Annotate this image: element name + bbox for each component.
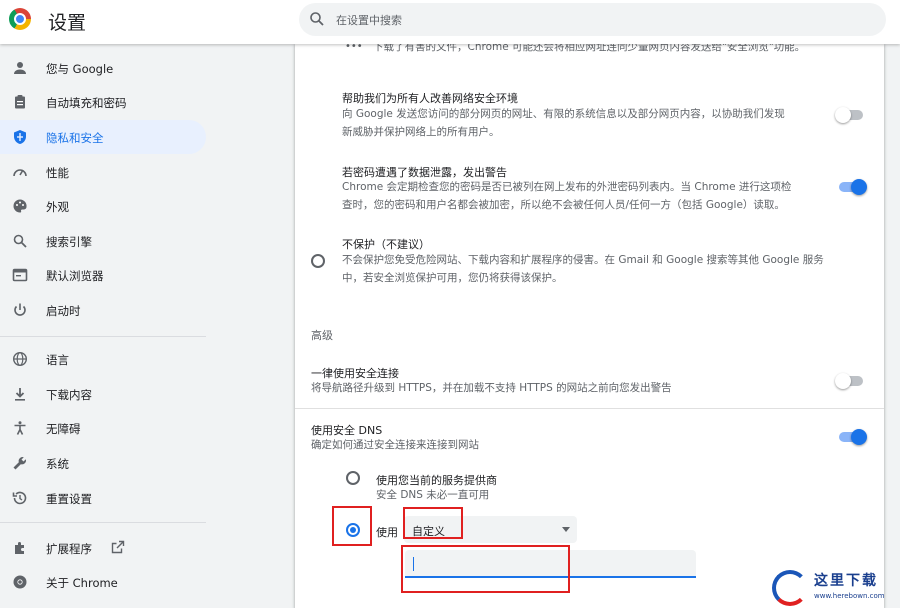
sidebar-item-downloads[interactable]: 下载内容	[0, 377, 206, 411]
sidebar-item-default-browser[interactable]: 默认浏览器	[0, 258, 206, 292]
search-icon	[310, 12, 324, 26]
always-secure-desc: 将导航路径升级到 HTTPS，并在加载不支持 HTTPS 的网站之前向您发出警告	[311, 382, 672, 394]
sidebar-item-label: 默认浏览器	[46, 269, 104, 283]
sidebar-item-label: 外观	[46, 200, 69, 214]
sidebar-item-appearance[interactable]: 外观	[0, 189, 206, 223]
sidebar-divider	[0, 522, 206, 523]
no-protection-desc: 中，若安全浏览保护可用，您仍将获得该保护。	[342, 272, 563, 284]
dns-custom-radio[interactable]	[346, 523, 360, 537]
open-in-new-icon[interactable]	[111, 540, 125, 554]
watermark-brand: 这里下载	[814, 573, 878, 589]
sidebar-item-privacy-security[interactable]: 隐私和安全	[0, 120, 206, 154]
row-divider	[295, 408, 884, 409]
sidebar-item-label: 语言	[46, 353, 69, 367]
sidebar-item-performance[interactable]: 性能	[0, 155, 206, 189]
chrome-icon	[13, 575, 27, 589]
dns-provider-select[interactable]: 自定义	[404, 516, 577, 543]
sidebar-item-label: 无障碍	[46, 422, 81, 436]
dns-current-provider-desc: 安全 DNS 未必一直可用	[376, 489, 490, 501]
settings-sidebar: 您与 Google 自动填充和密码 隐私和安全 性能 外观 搜索引擎 默认浏览器…	[0, 44, 210, 608]
sidebar-item-label: 搜索引擎	[46, 235, 92, 249]
watermark-url: www.herebown.com	[814, 592, 885, 600]
wrench-icon	[13, 457, 26, 470]
sidebar-divider	[0, 336, 206, 337]
sidebar-item-label: 重置设置	[46, 492, 92, 506]
accessibility-icon	[14, 421, 26, 435]
top-toolbar: 设置 在设置中搜索	[0, 0, 900, 44]
no-protection-desc: 不会保护您免受危险网站、下载内容和扩展程序的侵害。在 Gmail 和 Googl…	[342, 254, 824, 266]
speedometer-icon	[13, 169, 27, 177]
sidebar-item-accessibility[interactable]: 无障碍	[0, 411, 206, 445]
sidebar-item-extensions[interactable]: 扩展程序	[0, 531, 206, 565]
password-leak-desc: 查时，您的密码和用户名都会被加密，所以绝不会被任何人员/任何一方（包括 Goog…	[342, 199, 785, 211]
sidebar-item-label: 下载内容	[46, 388, 92, 402]
always-secure-toggle[interactable]	[835, 373, 865, 389]
secure-dns-desc: 确定如何通过安全连接来连接到网站	[311, 439, 479, 451]
history-icon	[12, 491, 27, 505]
shield-icon	[14, 130, 26, 144]
dropdown-arrow-icon	[562, 527, 570, 532]
sidebar-item-search-engine[interactable]: 搜索引擎	[0, 224, 206, 258]
palette-icon	[13, 199, 27, 213]
help-improve-title: 帮助我们为所有人改善网络安全环境	[342, 92, 518, 105]
settings-search-box[interactable]: 在设置中搜索	[299, 3, 886, 36]
no-protection-radio[interactable]	[311, 254, 325, 268]
password-leak-desc: Chrome 会定期检查您的密码是否已被列在网上发布的外泄密码列表内。当 Chr…	[342, 181, 792, 193]
sidebar-item-reset-settings[interactable]: 重置设置	[0, 481, 206, 515]
sidebar-item-system[interactable]: 系统	[0, 446, 206, 480]
secure-dns-toggle[interactable]	[837, 429, 867, 445]
sidebar-item-label: 您与 Google	[46, 62, 114, 76]
no-protection-title: 不保护（不建议）	[342, 238, 430, 251]
watermark-swirl-icon	[772, 570, 808, 606]
dns-provider-selected-value: 自定义	[412, 525, 445, 538]
top-partial-text: 下载了有害的文件，Chrome 可能还会将相应网址连同少量网页内容发送给"安全浏…	[373, 44, 806, 53]
globe-icon	[12, 351, 28, 367]
search-icon	[13, 234, 27, 248]
puzzle-icon	[15, 542, 24, 554]
search-input[interactable]: 在设置中搜索	[336, 12, 402, 28]
help-improve-toggle[interactable]	[835, 107, 865, 123]
sidebar-item-autofill[interactable]: 自动填充和密码	[0, 85, 206, 119]
watermark-logo: 这里下载 www.herebown.com	[772, 568, 900, 608]
person-icon	[14, 62, 26, 74]
privacy-settings-card: ••• 下载了有害的文件，Chrome 可能还会将相应网址连同少量网页内容发送给…	[295, 44, 884, 608]
browser-icon	[12, 268, 28, 282]
sidebar-item-label: 启动时	[46, 304, 81, 318]
sidebar-item-label: 自动填充和密码	[46, 96, 127, 110]
power-icon	[14, 303, 26, 316]
sidebar-item-label: 关于 Chrome	[46, 576, 118, 590]
sidebar-item-on-startup[interactable]: 启动时	[0, 293, 206, 327]
sidebar-item-label: 系统	[46, 457, 69, 471]
sidebar-item-label: 隐私和安全	[46, 131, 104, 145]
dns-current-provider-radio[interactable]	[346, 471, 360, 485]
sidebar-item-label: 扩展程序	[46, 542, 92, 556]
clipboard-icon	[15, 95, 25, 109]
chrome-logo-icon	[9, 8, 31, 30]
sidebar-item-label: 性能	[46, 166, 69, 180]
sidebar-item-about-chrome[interactable]: 关于 Chrome	[0, 565, 206, 599]
page-title: 设置	[48, 12, 87, 34]
help-improve-desc: 向 Google 发送您访问的部分网页的网址、有限的系统信息以及部分网页内容，以…	[342, 108, 785, 120]
custom-dns-input[interactable]	[405, 550, 696, 578]
help-improve-desc: 新威胁并保护网络上的所有用户。	[342, 126, 500, 138]
ellipsis-icon: •••	[345, 44, 363, 52]
dns-custom-label: 使用	[376, 526, 398, 539]
sidebar-item-you-and-google[interactable]: 您与 Google	[0, 51, 206, 85]
advanced-heading: 高级	[311, 329, 333, 342]
download-icon	[15, 388, 25, 401]
text-caret	[413, 557, 414, 571]
sidebar-item-languages[interactable]: 语言	[0, 342, 206, 376]
password-leak-toggle[interactable]	[837, 179, 867, 195]
